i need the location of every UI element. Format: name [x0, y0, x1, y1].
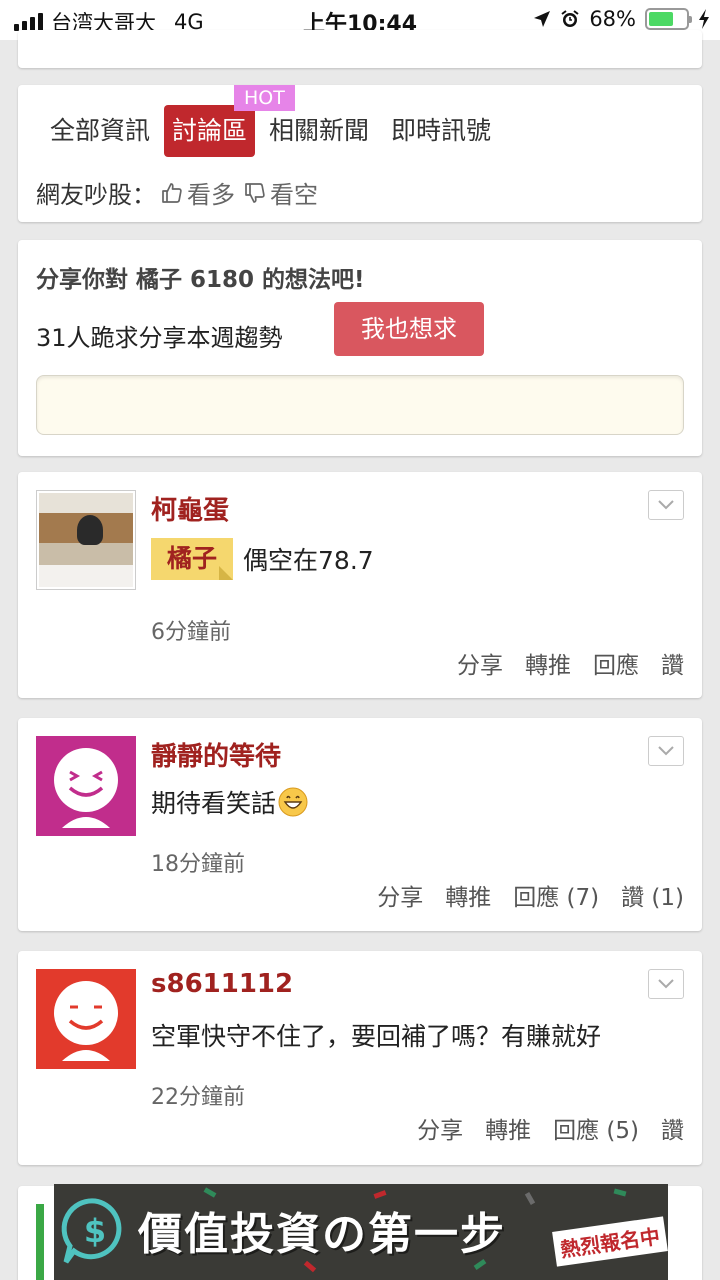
- battery-percent: 68%: [589, 7, 636, 31]
- share-card: 分享你對 橘子 6180 的想法吧! 31人跪求分享本週趨勢 我也想求: [18, 240, 702, 456]
- repost-button[interactable]: 轉推: [445, 878, 491, 912]
- post-time: 6分鐘前: [151, 620, 231, 645]
- tab-discussion[interactable]: 討論區: [164, 105, 256, 157]
- post-text: 空軍快守不住了，要回補了嗎？有賺就好: [151, 1022, 602, 1051]
- post-menu-button[interactable]: [648, 969, 684, 999]
- alarm-icon: [561, 10, 579, 27]
- post-actions: 分享 轉推 回應 (5) 讚: [417, 1111, 684, 1145]
- avatar[interactable]: [36, 490, 136, 590]
- post-content: 期待看笑話: [151, 784, 308, 820]
- banner-subtitle: 熱烈報名中: [552, 1216, 668, 1267]
- post-author[interactable]: 柯龜蛋: [151, 490, 229, 527]
- battery-icon: [645, 8, 692, 30]
- ad-banner[interactable]: $ 價值投資の第一步 熱烈報名中: [54, 1184, 668, 1280]
- post-text: 期待看笑話: [151, 789, 277, 818]
- post-actions: 分享 轉推 回應 (7) 讚 (1): [377, 878, 684, 912]
- bullish-button[interactable]: 看多: [160, 175, 235, 210]
- reply-button[interactable]: 回應: [593, 646, 639, 680]
- bullish-label: 看多: [187, 181, 235, 209]
- share-title: 分享你對 橘子 6180 的想法吧!: [36, 267, 365, 293]
- smiley-avatar-icon: [54, 981, 118, 1061]
- share-button[interactable]: 分享: [417, 1111, 463, 1145]
- avatar[interactable]: [36, 969, 136, 1069]
- post-card: 柯龜蛋 橘子 偶空在78.7 6分鐘前 分享 轉推 回應 讚: [18, 472, 702, 698]
- tab-bar: 全部資訊 討論區 相關新聞 即時訊號: [42, 105, 499, 157]
- post-menu-button[interactable]: [648, 736, 684, 766]
- chevron-down-icon: [658, 500, 674, 510]
- hot-badge: HOT: [234, 85, 295, 111]
- dollar-icon: $: [61, 1198, 122, 1264]
- tab-related-news[interactable]: 相關新聞: [261, 105, 377, 157]
- vote-label: 網友吵股：: [36, 181, 156, 209]
- reply-button[interactable]: 回應 (5): [553, 1111, 639, 1145]
- previous-card: [18, 30, 702, 68]
- post-author[interactable]: s8611112: [151, 969, 293, 999]
- post-content: 橘子 偶空在78.7: [151, 538, 374, 580]
- svg-text:$: $: [84, 1212, 106, 1250]
- like-button[interactable]: 讚: [661, 646, 684, 680]
- like-button[interactable]: 讚: [661, 1111, 684, 1145]
- share-button[interactable]: 分享: [377, 878, 423, 912]
- tab-all-info[interactable]: 全部資訊: [42, 105, 158, 157]
- post-author[interactable]: 靜靜的等待: [151, 736, 281, 773]
- bearish-label: 看空: [270, 181, 318, 209]
- charging-icon: [699, 9, 709, 29]
- post-card: 靜靜的等待 期待看笑話 18分鐘前 分享 轉推 回應 (7) 讚 (1): [18, 718, 702, 931]
- stock-tag[interactable]: 橘子: [151, 538, 234, 580]
- avatar[interactable]: [36, 736, 136, 836]
- me-too-button[interactable]: 我也想求: [334, 302, 484, 356]
- post-menu-button[interactable]: [648, 490, 684, 520]
- post-content: 空軍快守不住了，要回補了嗎？有賺就好: [151, 1017, 601, 1053]
- chevron-down-icon: [658, 979, 674, 989]
- post-actions: 分享 轉推 回應 讚: [457, 646, 684, 680]
- chevron-down-icon: [658, 746, 674, 756]
- post-time: 22分鐘前: [151, 1085, 245, 1110]
- post-time: 18分鐘前: [151, 852, 245, 877]
- share-request-count: 31人跪求分享本週趨勢: [36, 324, 283, 352]
- smiley-avatar-icon: [54, 748, 118, 828]
- thumbs-down-icon: [245, 182, 265, 203]
- like-button[interactable]: 讚 (1): [621, 878, 684, 912]
- post-card: s8611112 空軍快守不住了，要回補了嗎？有賺就好 22分鐘前 分享 轉推 …: [18, 951, 702, 1165]
- vote-row: 網友吵股： 看多 看空: [36, 175, 318, 210]
- repost-button[interactable]: 轉推: [485, 1111, 531, 1145]
- repost-button[interactable]: 轉推: [525, 646, 571, 680]
- bearish-button[interactable]: 看空: [243, 175, 318, 210]
- post-input[interactable]: [36, 375, 684, 435]
- post-text: 偶空在78.7: [243, 546, 374, 575]
- grinning-emoji-icon: [278, 787, 308, 817]
- share-button[interactable]: 分享: [457, 646, 503, 680]
- tab-live-signals[interactable]: 即時訊號: [383, 105, 499, 157]
- tabs-card: 全部資訊 討論區 相關新聞 即時訊號 HOT 網友吵股： 看多 看空: [18, 85, 702, 222]
- thumbs-up-icon: [162, 182, 182, 203]
- reply-button[interactable]: 回應 (7): [513, 878, 599, 912]
- banner-title: 價值投資の第一步: [138, 1209, 506, 1260]
- location-icon: [534, 11, 551, 27]
